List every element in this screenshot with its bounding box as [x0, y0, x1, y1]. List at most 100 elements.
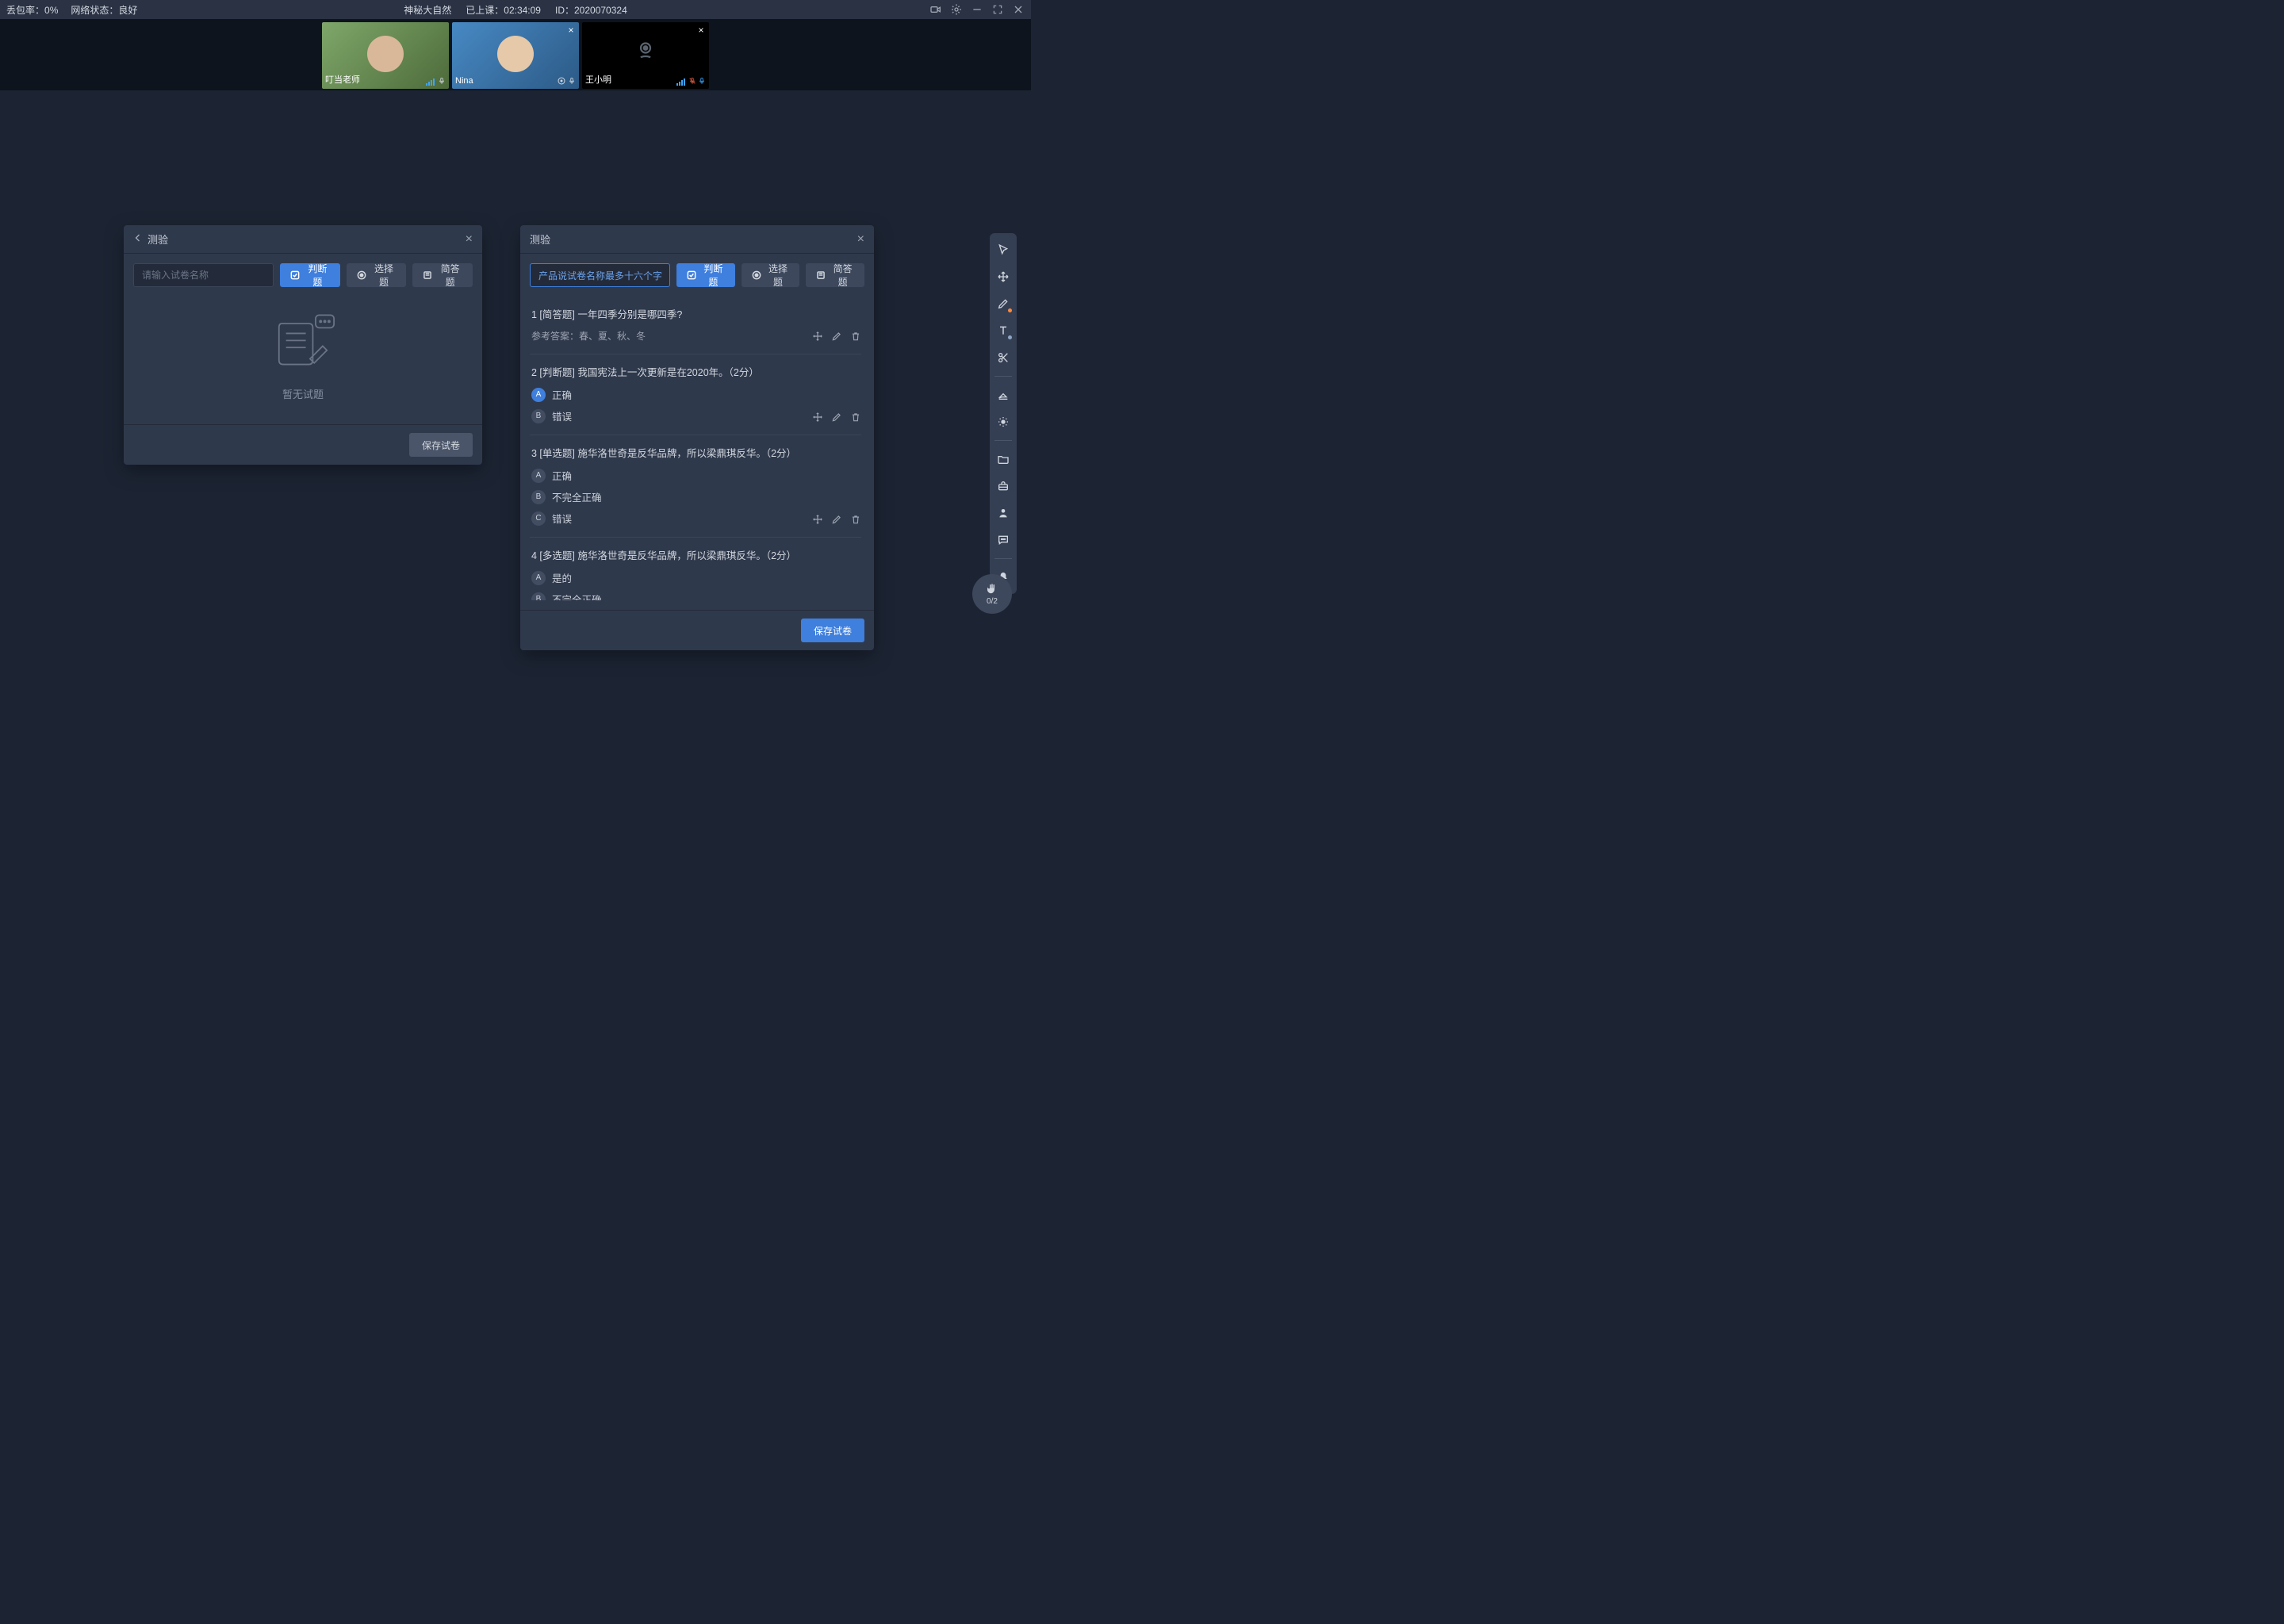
option-text: 错误 [552, 408, 572, 423]
edit-icon[interactable] [831, 412, 842, 425]
question-item: 3 [单选题] 施华洛世奇是反华品牌，所以梁鼎琪反华。（2分）A正确B不完全正确… [530, 435, 861, 538]
question-item: 2 [判断题] 我国宪法上一次更新是在2020年。（2分） A正确 B 错误 [530, 354, 861, 435]
checkbox-icon [686, 270, 697, 281]
close-icon[interactable]: × [857, 232, 864, 247]
panel-title: 测验 [148, 232, 466, 247]
video-tile[interactable]: 叮当老师 [322, 22, 449, 89]
option-text: 正确 [552, 468, 572, 483]
fullscreen-icon[interactable] [991, 3, 1004, 16]
move-icon[interactable] [812, 412, 823, 425]
packet-loss: 丢包率：0% [6, 3, 58, 17]
eraser-tool-icon[interactable] [993, 385, 1014, 405]
course-title: 神秘大自然 [404, 3, 451, 17]
question-actions [812, 412, 861, 425]
folder-tool-icon[interactable] [993, 449, 1014, 469]
text-icon [422, 270, 433, 281]
move-icon[interactable] [812, 514, 823, 527]
option-text: 错误 [552, 511, 572, 526]
empty-illustration-icon [267, 311, 339, 377]
tile-close-icon[interactable]: × [566, 25, 576, 35]
topbar: 丢包率：0% 网络状态：良好 神秘大自然 已上课：02:34:09 ID：202… [0, 0, 1031, 19]
checkbox-icon [289, 270, 301, 281]
delete-icon[interactable] [850, 331, 861, 344]
question-item: 1 [简答题] 一年四季分别是哪四季? 参考答案：春、夏、秋、冬 [530, 297, 861, 354]
edit-icon[interactable] [831, 331, 842, 344]
mic-icon [438, 76, 446, 86]
radio-icon [356, 270, 367, 281]
question-item: 4 [多选题] 施华洛世奇是反华品牌，所以梁鼎琪反华。（2分）A是的B不完全正确… [530, 538, 861, 600]
option-bullet: B [531, 592, 546, 601]
back-icon[interactable] [133, 233, 143, 245]
delete-icon[interactable] [850, 514, 861, 527]
tile-close-icon[interactable]: × [696, 25, 706, 35]
toolbox-tool-icon[interactable] [993, 476, 1014, 496]
close-window-icon[interactable] [1012, 3, 1025, 16]
empty-text: 暂无试题 [282, 386, 324, 401]
question-actions [812, 514, 861, 527]
move-tool-icon[interactable] [993, 266, 1014, 287]
minimize-icon[interactable] [971, 3, 983, 16]
save-quiz-button[interactable]: 保存试卷 [409, 433, 473, 457]
add-judge-button[interactable]: 判断题 [280, 263, 340, 287]
save-quiz-button[interactable]: 保存试卷 [801, 619, 864, 642]
participant-name: 王小明 [585, 73, 611, 86]
quiz-name-input[interactable] [133, 263, 274, 287]
option-bullet: B [531, 409, 546, 423]
pen-tool-icon[interactable] [993, 293, 1014, 314]
option-row[interactable]: A正确 [531, 387, 860, 402]
add-short-button[interactable]: 简答题 [806, 263, 864, 287]
brightness-tool-icon[interactable] [993, 412, 1014, 432]
question-list[interactable]: 1 [简答题] 一年四季分别是哪四季? 参考答案：春、夏、秋、冬 2 [判断题] … [530, 297, 864, 600]
option-row[interactable]: A 是的 [531, 570, 860, 585]
main-area: 测验 × 判断题 选择题 简答题 [0, 90, 1031, 733]
camera-toggle-icon[interactable] [929, 3, 942, 16]
option-row[interactable]: B 不完全正确 [531, 489, 860, 504]
chat-tool-icon[interactable] [993, 530, 1014, 550]
option-text: 不完全正确 [552, 592, 602, 600]
quiz-panel-filled: 测验 × 判断题 选择题 简答题 1 [简答题] 一年四季分别是哪四季?参考 [520, 225, 874, 650]
network-status: 网络状态：良好 [71, 3, 137, 17]
volume-bars-icon [426, 79, 435, 86]
move-icon[interactable] [812, 331, 823, 344]
video-tile[interactable]: × Nina [452, 22, 579, 89]
elapsed-time: 已上课：02:34:09 [466, 3, 541, 17]
option-bullet: B [531, 490, 546, 504]
option-text: 不完全正确 [552, 489, 602, 504]
quiz-panel-empty: 测验 × 判断题 选择题 简答题 [124, 225, 482, 465]
quiz-name-input[interactable] [530, 263, 670, 287]
option-text: 是的 [552, 570, 572, 585]
question-title: 1 [简答题] 一年四季分别是哪四季? [531, 306, 860, 321]
target-icon [557, 76, 566, 86]
option-bullet: C [531, 511, 546, 526]
edit-icon[interactable] [831, 514, 842, 527]
reference-answer: 参考答案：春、夏、秋、冬 [531, 329, 860, 343]
option-row[interactable]: B 错误 [531, 408, 860, 423]
panel-title: 测验 [530, 232, 857, 247]
session-id: ID：2020070324 [555, 3, 627, 17]
text-tool-icon[interactable] [993, 320, 1014, 341]
camera-off-icon [631, 36, 660, 67]
question-actions [812, 331, 861, 344]
scissors-tool-icon[interactable] [993, 347, 1014, 368]
add-judge-button[interactable]: 判断题 [676, 263, 735, 287]
person-tool-icon[interactable] [993, 503, 1014, 523]
option-row[interactable]: A正确 [531, 468, 860, 483]
radio-icon [751, 270, 762, 281]
video-strip: 叮当老师 × Nina × 王小明 [0, 19, 1031, 90]
gear-icon[interactable] [950, 3, 963, 16]
cursor-tool-icon[interactable] [993, 239, 1014, 260]
add-short-button[interactable]: 简答题 [412, 263, 473, 287]
hand-count: 0/2 [987, 597, 998, 606]
option-bullet: A [531, 571, 546, 585]
raise-hand-fab[interactable]: 0/2 [972, 574, 1012, 614]
question-title: 2 [判断题] 我国宪法上一次更新是在2020年。（2分） [531, 364, 860, 379]
video-tile[interactable]: × 王小明 [582, 22, 709, 89]
option-row[interactable]: B 不完全正确 [531, 592, 860, 600]
delete-icon[interactable] [850, 412, 861, 425]
add-choice-button[interactable]: 选择题 [742, 263, 800, 287]
hand-icon [985, 582, 999, 596]
option-row[interactable]: C 错误 [531, 511, 860, 526]
add-choice-button[interactable]: 选择题 [347, 263, 407, 287]
close-icon[interactable]: × [466, 232, 473, 247]
mic-muted-icon [688, 76, 696, 86]
